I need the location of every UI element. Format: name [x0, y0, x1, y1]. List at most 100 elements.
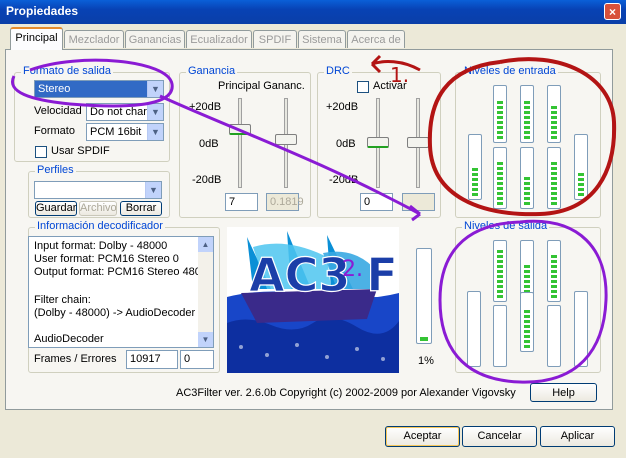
input-level-meter-segment [578, 183, 584, 186]
output-level-meter-segment [551, 265, 557, 268]
decoder-info-list[interactable]: Input format: Dolby - 48000 User format:… [28, 236, 214, 348]
spdif-checkbox[interactable] [35, 146, 47, 158]
input-level-meter-segment [551, 162, 557, 165]
input-level-meter-segment [551, 106, 557, 109]
tab-mezclador[interactable]: Mezclador [64, 30, 124, 48]
output-level-meter-segment [551, 295, 557, 298]
output-level-meter-segment [497, 285, 503, 288]
input-level-meter-segment [551, 202, 557, 205]
cancel-button[interactable]: Cancelar [462, 426, 537, 447]
decoder-info-title: Información decodificador [35, 220, 165, 232]
drc-value-input[interactable]: 0 [360, 193, 393, 211]
input-level-meter-8 [547, 147, 561, 209]
tab-spdif[interactable]: SPDIF [253, 30, 297, 48]
input-level-meter-segment [497, 126, 503, 129]
info-line: (Dolby - 48000) -> AudioDecoder - [34, 307, 202, 319]
profiles-title: Perfiles [35, 164, 76, 176]
output-level-meter-segment [524, 330, 530, 333]
tab-acerca-de[interactable]: Acerca de [347, 30, 405, 48]
errors-value: 0 [180, 350, 214, 369]
ac3filter-logo: AC3 FILTER [227, 227, 399, 373]
input-level-meter-segment [524, 111, 530, 114]
input-level-meter-segment [497, 162, 503, 165]
drc-tick-0: 0dB [336, 138, 356, 150]
tab-principal[interactable]: Principal [10, 27, 63, 50]
drc-tick-minus20: -20dB [329, 174, 359, 186]
input-level-meter-segment [578, 193, 584, 196]
input-level-meter-segment [472, 173, 478, 176]
input-level-meter-segment [551, 131, 557, 134]
input-level-meter-segment [578, 173, 584, 176]
input-level-meter-segment [472, 193, 478, 196]
output-level-meter-segment [497, 275, 503, 278]
gain-tick-plus20: +20dB [189, 101, 222, 113]
input-level-meter-segment [497, 121, 503, 124]
input-level-meter-segment [551, 126, 557, 129]
input-level-meter-segment [551, 182, 557, 185]
chevron-down-icon[interactable]: ▼ [147, 124, 163, 140]
gain-master-thumb[interactable] [229, 124, 251, 135]
drc-level-thumb[interactable] [367, 137, 389, 148]
speakers-select[interactable]: Stereo ▼ [34, 80, 164, 98]
output-level-meter-segment [497, 295, 503, 298]
scroll-down-icon[interactable]: ▼ [198, 332, 213, 347]
gain-master-track[interactable] [238, 98, 242, 188]
format-value: PCM 16bit [90, 126, 142, 138]
output-level-idle-meter-4 [574, 291, 588, 367]
drc-activate-checkbox[interactable] [357, 81, 369, 93]
speed-value: Do not char [90, 106, 147, 118]
input-level-meter-segment [497, 106, 503, 109]
output-level-meter-segment [551, 260, 557, 263]
file-button[interactable]: Archivo [79, 201, 117, 216]
drc-power-thumb[interactable] [407, 137, 429, 148]
ok-button[interactable]: Aceptar [385, 426, 460, 447]
chevron-down-icon[interactable]: ▼ [145, 182, 161, 198]
chevron-down-icon[interactable]: ▼ [147, 81, 163, 97]
close-button[interactable]: × [604, 3, 621, 20]
input-level-meter-3 [520, 85, 534, 143]
output-level-meter-segment [524, 280, 530, 283]
gain-value2-input[interactable]: 0.1819 [266, 193, 304, 211]
delete-profile-button[interactable]: Borrar [120, 201, 162, 216]
input-level-meter-segment [551, 111, 557, 114]
input-level-meter-segment [524, 197, 530, 200]
format-label: Formato [34, 125, 75, 137]
cpu-usage-fill [420, 337, 428, 341]
input-level-meter-segment [497, 167, 503, 170]
speed-select[interactable]: Do not char ▼ [86, 103, 164, 121]
help-button[interactable]: Help [530, 383, 597, 402]
input-level-meter-segment [551, 136, 557, 139]
format-select[interactable]: PCM 16bit ▼ [86, 123, 164, 141]
save-profile-button[interactable]: Guardar [35, 201, 77, 216]
frames-label: Frames / Errores [34, 353, 117, 365]
gain-channel-thumb[interactable] [275, 134, 297, 145]
title-bar[interactable]: Propiedades × [0, 0, 626, 24]
chevron-down-icon[interactable]: ▼ [147, 104, 163, 120]
profile-select[interactable]: ▼ [34, 181, 162, 199]
input-level-meter-segment [472, 168, 478, 171]
output-levels-title: Niveles de salida [462, 220, 550, 232]
drc-activate-label: Activar [373, 80, 407, 92]
input-level-meter-segment [497, 192, 503, 195]
gain-value-input[interactable]: 7 [225, 193, 258, 211]
input-level-meter-segment [524, 121, 530, 124]
input-level-meter-segment [524, 126, 530, 129]
input-level-meter-segment [472, 178, 478, 181]
input-level-meter-segment [524, 177, 530, 180]
input-level-meter-segment [524, 116, 530, 119]
input-level-meter-segment [524, 202, 530, 205]
input-level-meter-segment [497, 131, 503, 134]
output-level-meter-segment [551, 280, 557, 283]
input-level-meter-1 [468, 134, 482, 200]
scroll-up-icon[interactable]: ▲ [198, 237, 213, 252]
apply-button[interactable]: Aplicar [540, 426, 615, 447]
tab-ecualizador[interactable]: Ecualizador [186, 30, 252, 48]
output-level-meter-segment [524, 335, 530, 338]
tab-sistema[interactable]: Sistema [298, 30, 346, 48]
tab-ganancias[interactable]: Ganancias [125, 30, 185, 48]
input-level-meter-segment [497, 172, 503, 175]
output-level-meter-1 [493, 240, 507, 302]
info-scrollbar[interactable]: ▲ ▼ [198, 237, 213, 347]
drc-value2-input[interactable] [402, 193, 435, 211]
input-level-meter-segment [497, 202, 503, 205]
